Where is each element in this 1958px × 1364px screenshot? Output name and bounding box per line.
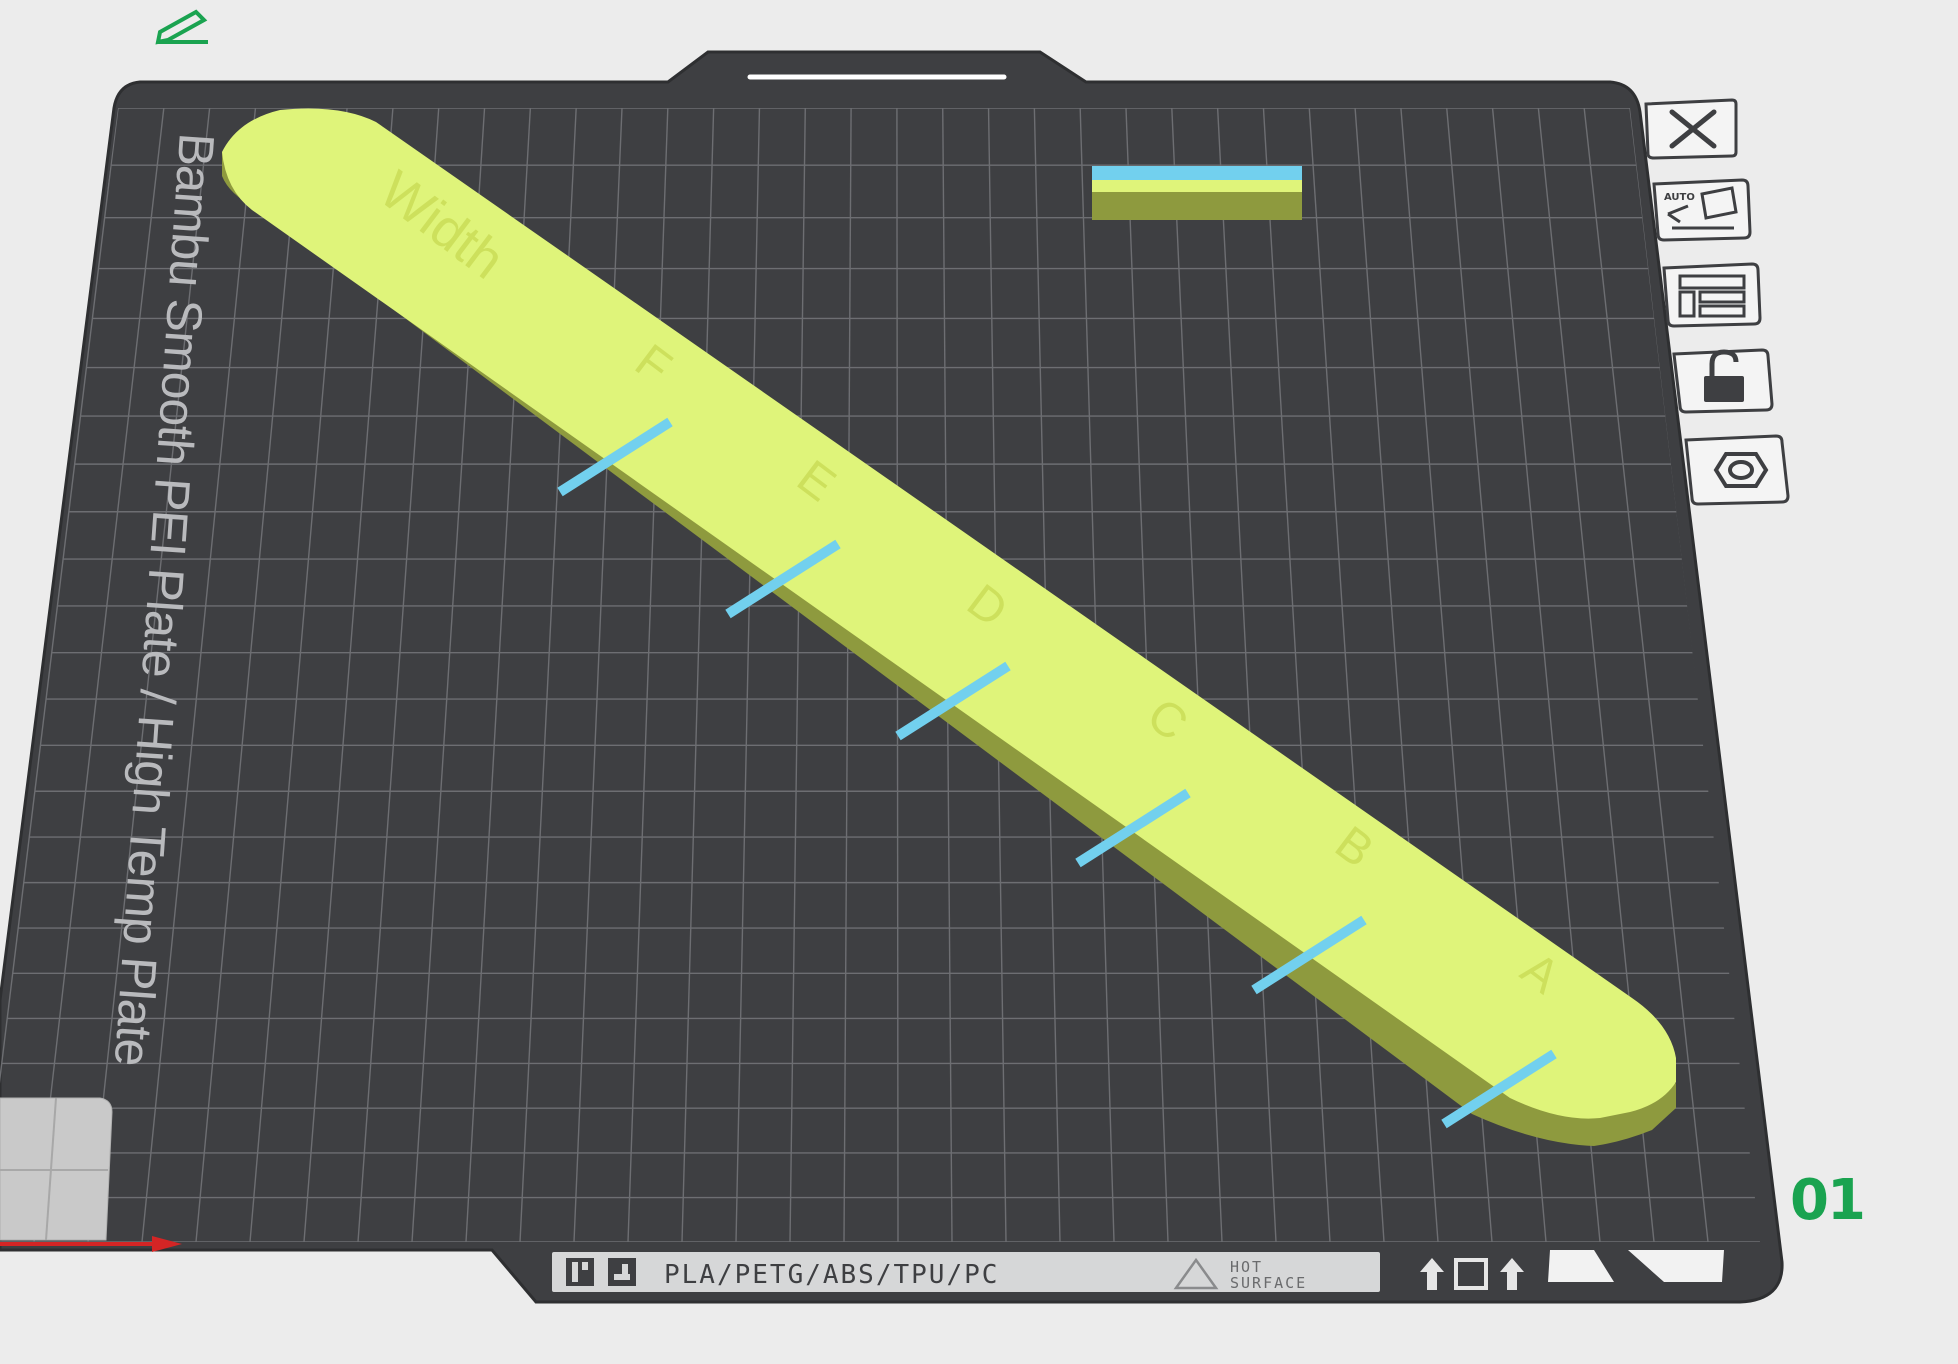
3d-viewport[interactable]: Bambu Smooth PEI Plate / High Temp Plate… [0, 0, 1958, 1364]
plate-type-icon [566, 1258, 594, 1286]
calibration-block[interactable] [1092, 166, 1302, 220]
plate-info-bar: PLA/PETG/ABS/TPU/PC HOT SURFACE [552, 1252, 1380, 1292]
material-icon [608, 1258, 636, 1286]
plate-settings-button[interactable] [1684, 434, 1790, 506]
plate-number[interactable]: 01 [1790, 1168, 1866, 1233]
lock-button[interactable] [1672, 348, 1774, 414]
edit-plate-name-icon[interactable] [155, 9, 208, 45]
close-button[interactable] [1644, 98, 1738, 160]
materials-label: PLA/PETG/ABS/TPU/PC [664, 1260, 999, 1290]
auto-orient-button[interactable]: AUTO [1652, 178, 1752, 242]
arrange-button[interactable] [1662, 262, 1762, 328]
hot-surface-line2: SURFACE [1230, 1274, 1307, 1292]
auto-orient-label: AUTO [1664, 192, 1695, 203]
origin-corner [0, 1097, 113, 1241]
